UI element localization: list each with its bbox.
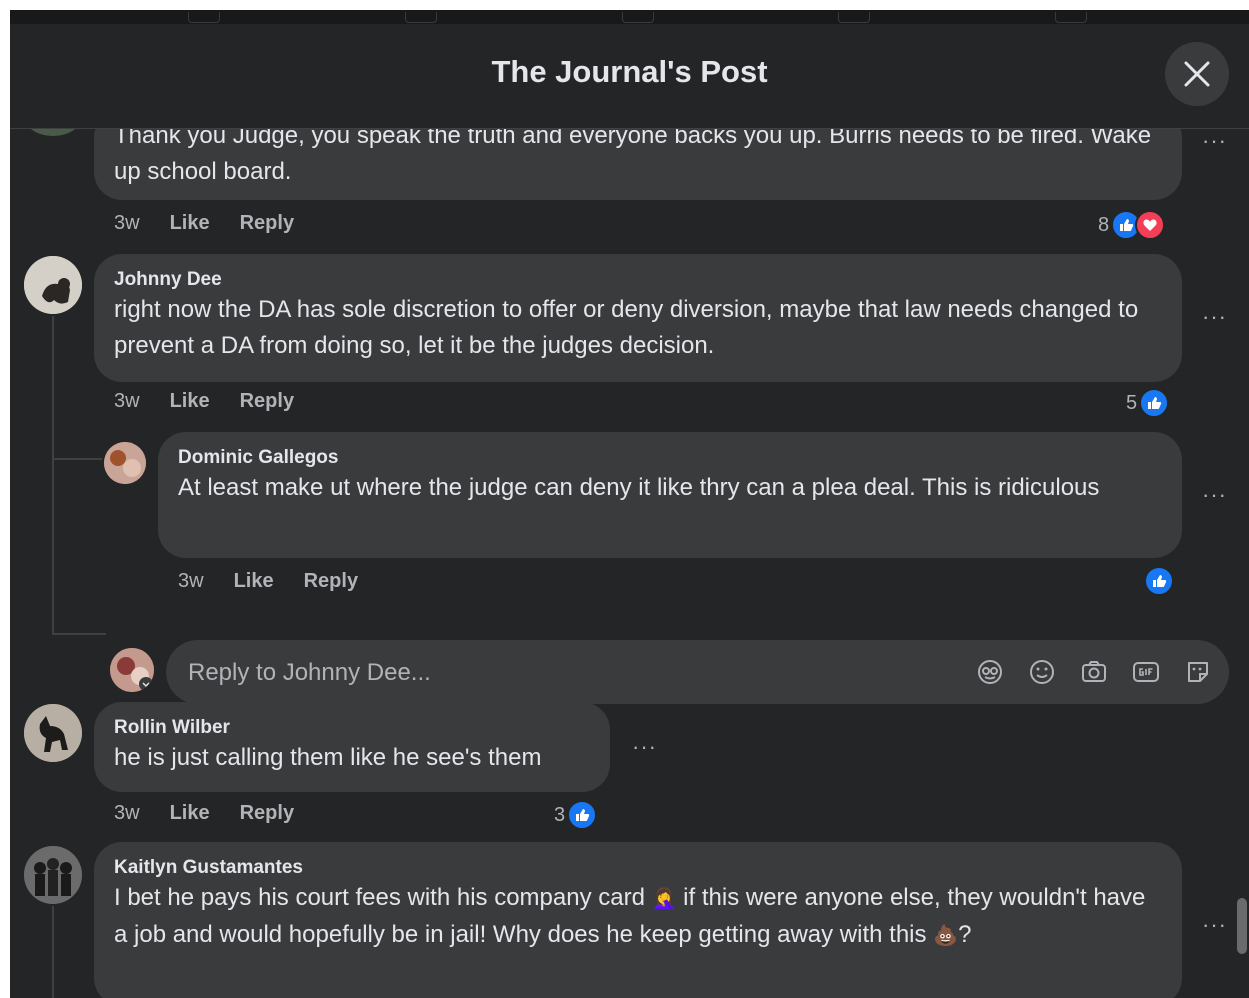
comment-options-button[interactable]: ··· [1202,128,1227,154]
like-button[interactable]: Like [170,212,210,235]
like-button[interactable]: Like [234,570,274,593]
comment-bubble: Dominic Gallegos At least make ut where … [158,432,1182,558]
like-button[interactable]: Like [170,390,210,413]
composer-tools [975,657,1213,687]
emoji-icon[interactable] [1027,657,1057,687]
avatar[interactable] [104,442,146,484]
facepalm-emoji: 🤦‍♀️ [651,888,677,910]
modal-header: The Journal's Post [10,24,1249,129]
reaction-count: 5 [1126,391,1138,414]
comment-time[interactable]: 3w [114,212,140,235]
comment-actions: 3w Like Reply [114,390,294,413]
reply-button[interactable]: Reply [240,212,294,235]
reaction-summary[interactable]: 3 [554,800,598,830]
reply-button[interactable]: Reply [240,390,294,413]
avatar-image [110,648,154,692]
comment-options-button[interactable]: ··· [1202,912,1227,938]
reaction-summary[interactable]: 8 [1098,210,1166,240]
comment-text: right now the DA has sole discretion to … [114,296,1139,359]
reaction-count: 3 [554,803,566,826]
comment-bubble: Kaitlyn Gustamantes I bet he pays his co… [94,842,1182,998]
comment-text: I bet he pays his court fees with his co… [114,880,1164,954]
close-icon [1184,61,1210,87]
comment-author[interactable]: Kaitlyn Gustamantes [114,856,1162,880]
comment-bubble: Johnny Dee right now the DA has sole dis… [94,254,1182,382]
page-top-strip [0,0,1249,10]
like-icon [1139,388,1170,418]
scrollbar-thumb[interactable] [1237,898,1247,954]
thread-connector [52,633,106,635]
avatar-sticker-icon[interactable] [975,657,1005,687]
avatar-image [104,442,146,484]
comment-time[interactable]: 3w [114,802,140,825]
camera-icon[interactable] [1079,657,1109,687]
comment-bubble: Thank you Judge, you speak the truth and… [94,128,1182,200]
comment-bubble: Rollin Wilber he is just calling them li… [94,702,610,792]
comment-text: he is just calling them like he see's th… [114,744,542,771]
comment-text: At least make ut where the judge can den… [178,474,1100,501]
comment-actions: 3w Like Reply [178,570,358,593]
reply-button[interactable]: Reply [304,570,358,593]
comment-actions: 3w Like Reply [114,802,294,825]
comment-text-part: ? [958,921,972,948]
comment-text-part: I bet he pays his court fees with his co… [114,884,652,911]
like-icon [567,800,598,830]
comments-list: Thank you Judge, you speak the truth and… [10,128,1249,998]
love-icon [1135,210,1166,240]
avatar[interactable] [24,256,82,314]
modal-title: The Journal's Post [491,54,768,89]
comment-text: Thank you Judge, you speak the truth and… [114,128,1152,185]
avatar[interactable] [24,846,82,904]
comment-author[interactable]: Johnny Dee [114,268,1162,292]
close-button[interactable] [1165,42,1229,106]
reaction-summary[interactable]: 5 [1126,388,1170,418]
comment-options-button[interactable]: ··· [1202,304,1227,330]
like-button[interactable]: Like [170,802,210,825]
poop-emoji: 💩 [933,925,959,947]
reply-composer[interactable] [166,640,1229,706]
comment-actions: 3w Like Reply [114,212,294,235]
comment-author[interactable]: Rollin Wilber [114,716,590,740]
gif-icon[interactable] [1131,657,1161,687]
like-icon [1144,566,1174,596]
background-toolbar [10,10,1249,24]
sticker-icon[interactable] [1183,657,1213,687]
avatar-image [24,256,82,314]
post-modal: The Journal's Post Thank you Judge, you … [10,24,1249,998]
current-user-avatar[interactable] [110,648,154,692]
avatar[interactable] [24,704,82,762]
comment-author[interactable]: Dominic Gallegos [178,446,1162,470]
reply-input[interactable] [186,640,950,706]
comment-time[interactable]: 3w [178,570,204,593]
reply-button[interactable]: Reply [240,802,294,825]
reaction-summary[interactable] [1144,566,1174,596]
comment-options-button[interactable]: ··· [632,734,657,760]
reaction-count: 8 [1098,213,1110,236]
thread-line [52,906,54,998]
thread-line [52,316,54,634]
avatar-image [24,704,82,762]
avatar-image [24,846,82,904]
comment-time[interactable]: 3w [114,390,140,413]
thread-connector [52,458,102,460]
avatar[interactable] [24,128,82,136]
comment-options-button[interactable]: ··· [1202,482,1227,508]
